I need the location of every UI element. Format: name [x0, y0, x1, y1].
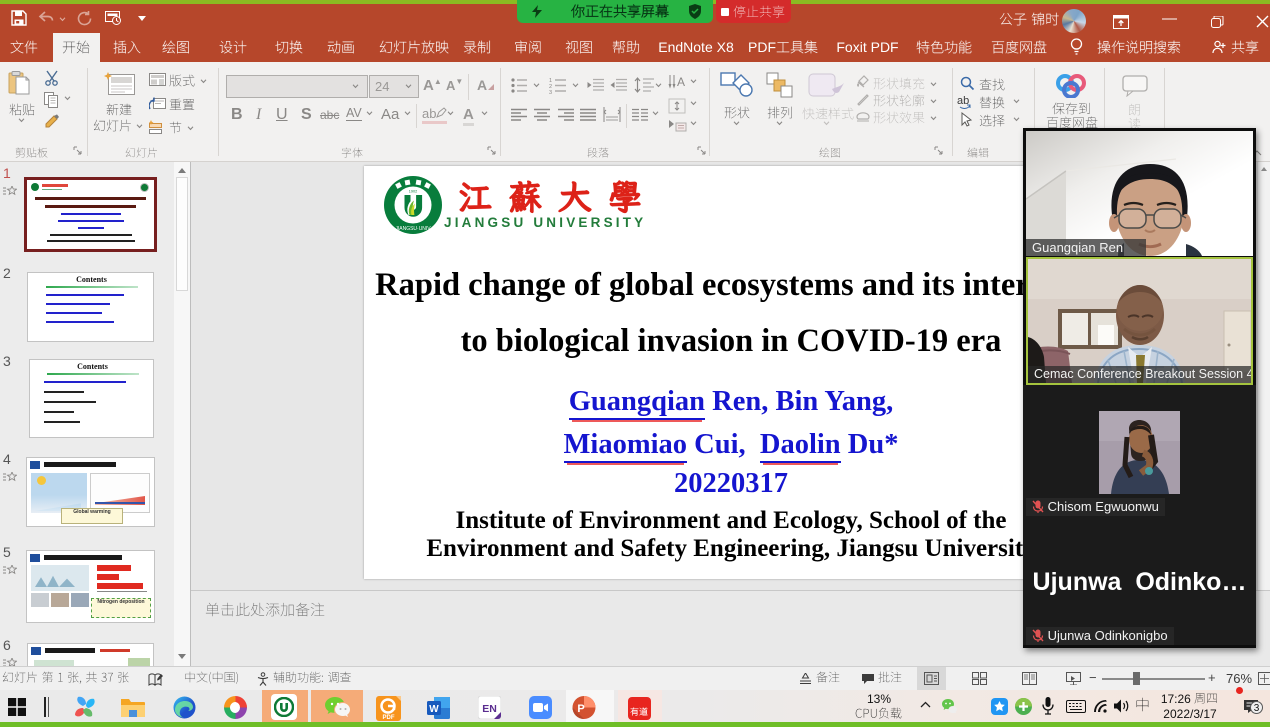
svg-text:P: P: [577, 703, 584, 715]
svg-text:1902: 1902: [409, 190, 417, 194]
svg-text:JIANGSU·UNIV: JIANGSU·UNIV: [395, 226, 431, 232]
svg-text:3: 3: [549, 90, 552, 94]
svg-text:PDF: PDF: [383, 715, 395, 721]
svg-text:W: W: [429, 704, 439, 715]
svg-text:EN: EN: [482, 703, 497, 715]
svg-text:A: A: [677, 75, 685, 89]
